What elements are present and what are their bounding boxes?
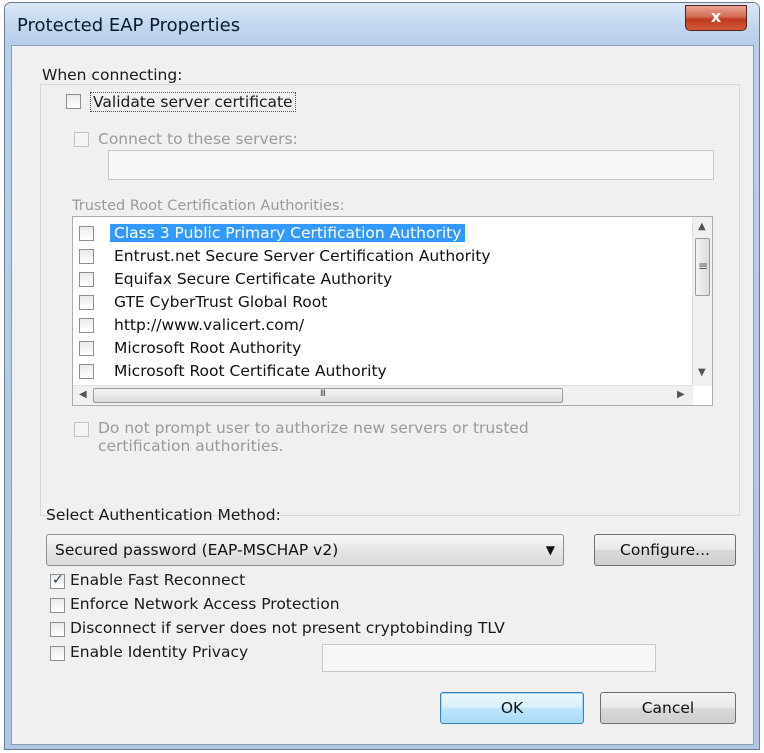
- thumb-grip-h-icon: III: [320, 389, 326, 399]
- servers-input[interactable]: [108, 150, 714, 180]
- authority-checkbox[interactable]: [79, 226, 94, 241]
- horizontal-scrollbar[interactable]: ◀ III ▶: [73, 385, 693, 405]
- authority-checkbox[interactable]: [79, 295, 94, 310]
- authority-checkbox[interactable]: [79, 341, 94, 356]
- auth-method-label: Select Authentication Method:: [46, 506, 281, 524]
- cryptobinding-label[interactable]: Disconnect if server does not present cr…: [70, 619, 505, 637]
- scroll-right-icon[interactable]: ▶: [677, 389, 685, 400]
- vertical-scroll-thumb[interactable]: ≡: [695, 238, 710, 296]
- close-icon: x: [710, 7, 722, 26]
- cancel-button[interactable]: Cancel: [600, 692, 736, 724]
- trusted-authorities-list[interactable]: Class 3 Public Primary Certification Aut…: [72, 216, 713, 406]
- check-icon: ✓: [52, 572, 64, 588]
- validate-cert-checkbox[interactable]: [66, 94, 81, 109]
- authority-label: Microsoft Root Authority: [114, 339, 302, 357]
- ok-button[interactable]: OK: [440, 692, 584, 724]
- horizontal-scroll-thumb[interactable]: III: [93, 388, 563, 403]
- window-title: Protected EAP Properties: [17, 15, 241, 36]
- configure-button[interactable]: Configure...: [594, 534, 736, 566]
- identity-privacy-checkbox[interactable]: [50, 646, 65, 661]
- chevron-down-icon: ▼: [545, 543, 555, 557]
- authority-label: http://www.valicert.com/: [114, 316, 305, 334]
- no-prompt-label-line1: Do not prompt user to authorize new serv…: [98, 419, 529, 437]
- trusted-root-label: Trusted Root Certification Authorities:: [72, 198, 345, 214]
- ok-button-label: OK: [500, 699, 524, 717]
- authority-label: Class 3 Public Primary Certification Aut…: [110, 224, 466, 242]
- thumb-grip-icon: ≡: [698, 259, 709, 273]
- fast-reconnect-checkbox[interactable]: ✓: [50, 572, 65, 589]
- no-prompt-checkbox[interactable]: [74, 422, 89, 437]
- scroll-down-icon[interactable]: ▼: [698, 367, 706, 378]
- authority-checkbox[interactable]: [79, 364, 94, 379]
- vertical-scrollbar[interactable]: ▲ ≡ ▼: [692, 217, 712, 386]
- connect-servers-checkbox[interactable]: [74, 132, 89, 147]
- cryptobinding-checkbox[interactable]: [50, 622, 65, 637]
- title-bar[interactable]: Protected EAP Properties x: [5, 3, 759, 47]
- nap-label[interactable]: Enforce Network Access Protection: [70, 595, 340, 613]
- scroll-up-icon[interactable]: ▲: [698, 221, 706, 232]
- authority-label: Equifax Secure Certificate Authority: [114, 270, 393, 288]
- no-prompt-label-line2: certification authorities.: [98, 437, 284, 455]
- validate-cert-label[interactable]: Validate server certificate: [90, 92, 296, 112]
- authority-label: Entrust.net Secure Server Certification …: [114, 247, 491, 265]
- nap-checkbox[interactable]: [50, 598, 65, 613]
- authority-checkbox[interactable]: [79, 318, 94, 333]
- authority-checkbox[interactable]: [79, 249, 94, 264]
- cancel-button-label: Cancel: [641, 699, 695, 717]
- authority-checkbox[interactable]: [79, 272, 94, 287]
- scroll-left-icon[interactable]: ◀: [79, 389, 87, 400]
- auth-method-value: Secured password (EAP-MSCHAP v2): [55, 541, 339, 559]
- dialog-client-area: When connecting: Validate server certifi…: [11, 45, 754, 745]
- authority-label: GTE CyberTrust Global Root: [114, 293, 328, 311]
- auth-method-select[interactable]: Secured password (EAP-MSCHAP v2) ▼: [46, 534, 564, 566]
- authority-label: Microsoft Root Certificate Authority: [114, 362, 387, 380]
- identity-privacy-label[interactable]: Enable Identity Privacy: [70, 643, 248, 661]
- configure-button-label: Configure...: [620, 541, 710, 559]
- when-connecting-label: When connecting:: [42, 66, 187, 84]
- identity-privacy-input[interactable]: [322, 644, 656, 672]
- close-button[interactable]: x: [685, 5, 747, 31]
- eap-properties-window: Protected EAP Properties x When connecti…: [4, 2, 760, 750]
- connect-servers-label: Connect to these servers:: [98, 130, 298, 148]
- fast-reconnect-label[interactable]: Enable Fast Reconnect: [70, 571, 245, 589]
